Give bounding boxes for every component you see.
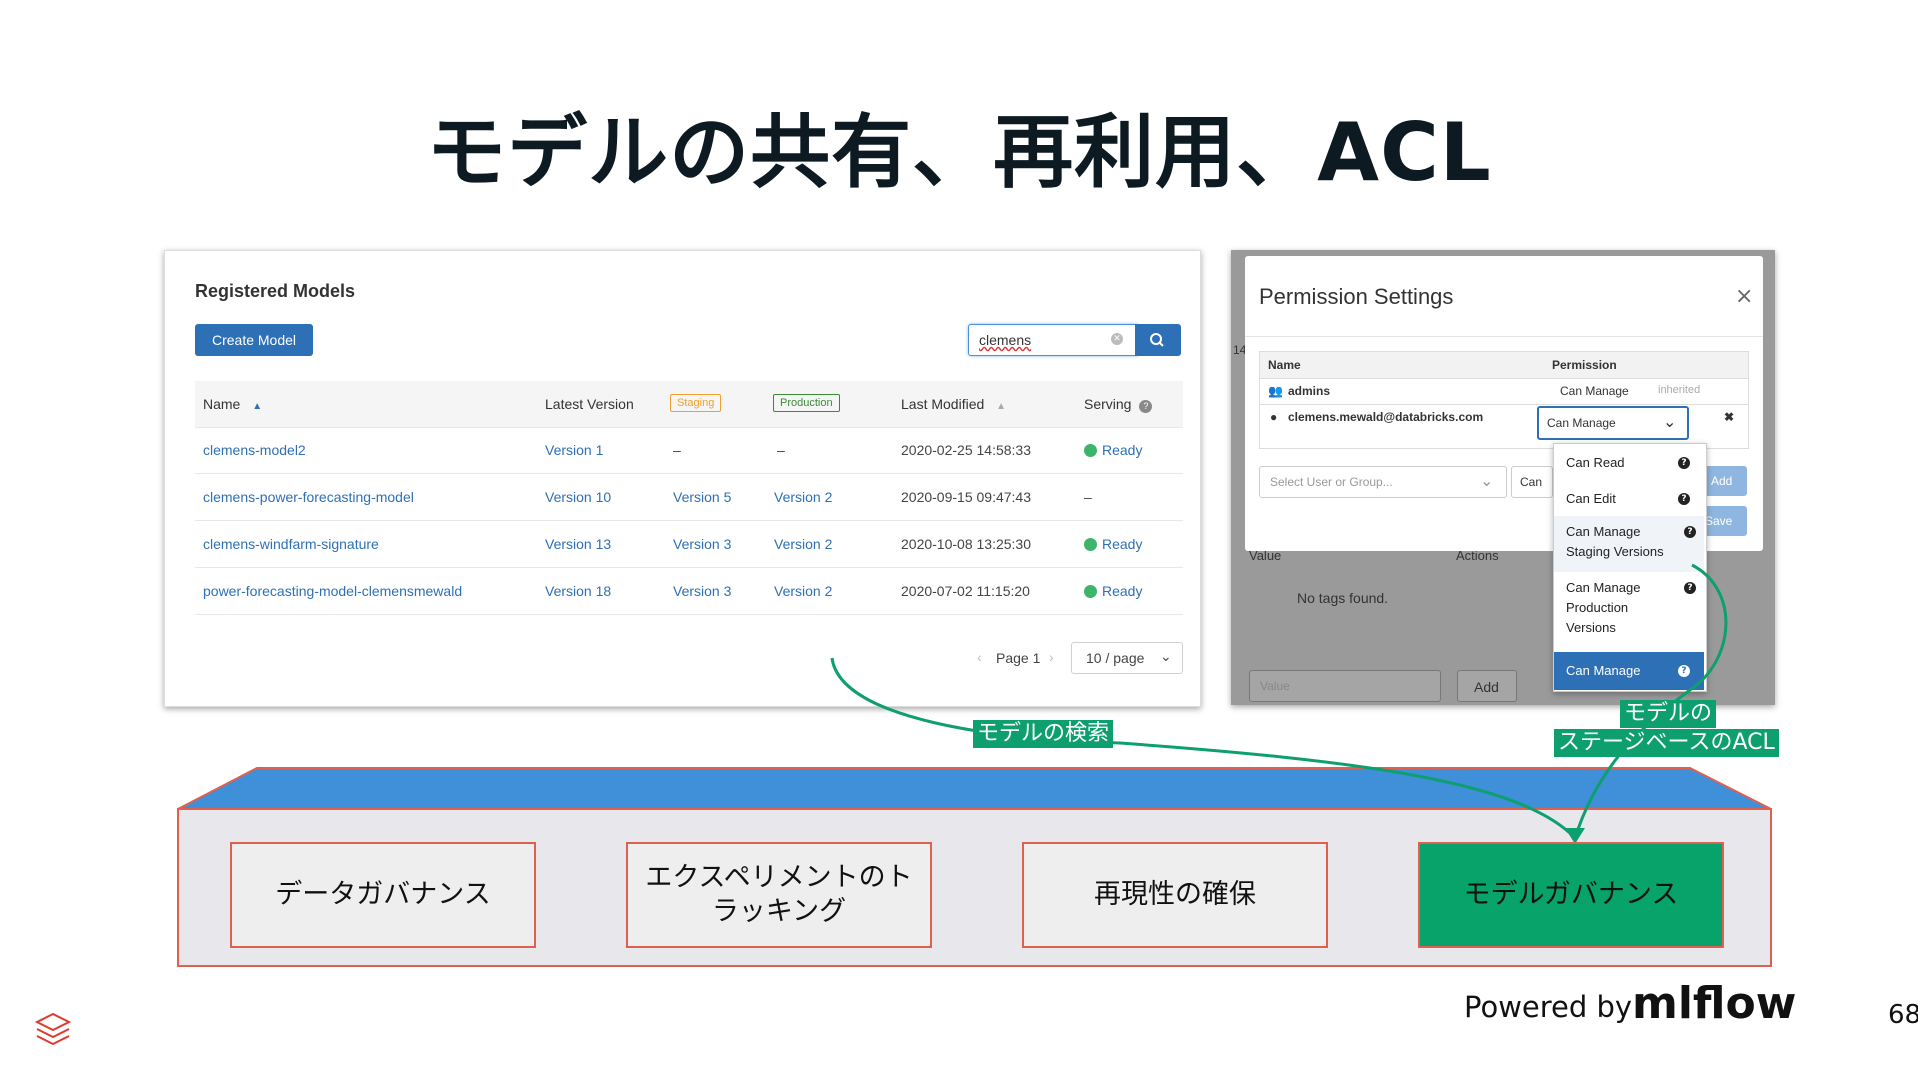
box-experiment-tracking: エクスペリメントのト ラッキング <box>626 842 932 948</box>
box-label: エクスペリメントのト <box>645 862 913 893</box>
box-model-governance: モデルガバナンス <box>1418 842 1724 948</box>
box-label: 再現性の確保 <box>1094 879 1256 910</box>
databricks-logo-icon <box>34 1012 72 1046</box>
search-callout: モデルの検索 <box>973 720 1114 748</box>
acl-callout-line2: ステージベースのACL <box>1554 729 1779 757</box>
platform-top <box>177 767 1772 810</box>
powered-by-text: Powered by <box>1464 990 1633 1024</box>
box-data-governance: データガバナンス <box>230 842 536 948</box>
box-label: データガバナンス <box>275 879 491 910</box>
mlflow-logo: mlflow <box>1632 978 1797 1029</box>
acl-callout-line1: モデルの <box>1620 700 1717 728</box>
box-label: ラッキング <box>711 896 847 927</box>
box-label: モデルガバナンス <box>1463 879 1679 910</box>
page-number: 68 <box>1888 1000 1918 1030</box>
box-reproducibility: 再現性の確保 <box>1022 842 1328 948</box>
